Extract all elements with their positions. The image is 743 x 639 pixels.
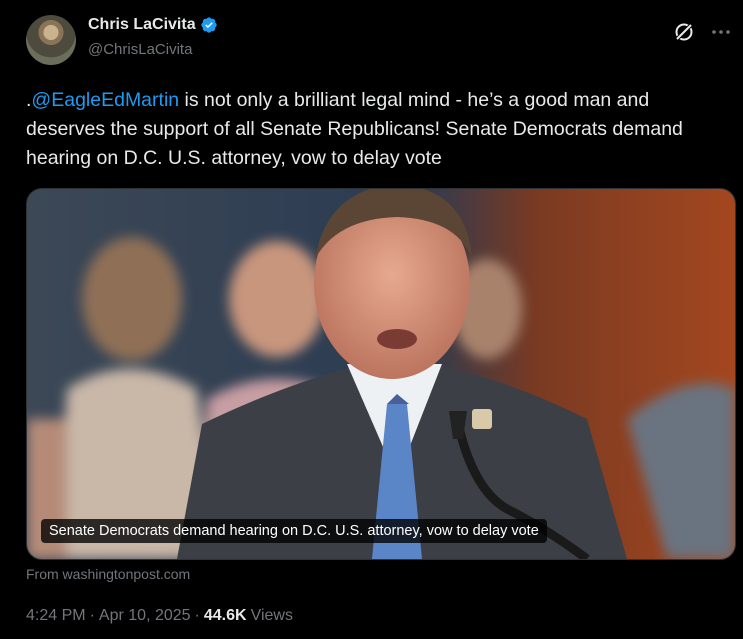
tweet-time[interactable]: 4:24 PM <box>26 607 86 625</box>
card-source-link[interactable]: From washingtonpost.com <box>26 566 190 582</box>
card-caption: Senate Democrats demand hearing on D.C. … <box>41 519 547 543</box>
tweet-meta: 4:24 PM · Apr 10, 2025 · 44.6K Views <box>26 607 293 625</box>
verified-badge-icon <box>200 17 217 33</box>
more-horizontal-icon[interactable] <box>709 20 733 44</box>
views-count: 44.6K <box>203 607 247 624</box>
grok-icon[interactable] <box>672 20 696 44</box>
mention-link[interactable]: @EagleEdMartin <box>31 89 179 111</box>
author-handle[interactable]: @ChrisLaCivita <box>88 41 192 58</box>
author-display-name[interactable]: Chris LaCivita <box>88 16 196 34</box>
meta-separator: · <box>194 607 200 624</box>
card-image <box>27 189 735 559</box>
tweet-date[interactable]: Apr 10, 2025 <box>99 607 191 625</box>
link-card[interactable]: Senate Democrats demand hearing on D.C. … <box>26 188 736 560</box>
tweet-text: .@EagleEdMartin is not only a brilliant … <box>26 86 726 173</box>
meta-separator: · <box>89 607 95 624</box>
avatar[interactable] <box>26 15 76 65</box>
views-label: Views <box>250 607 293 624</box>
author-name-row: Chris LaCivita <box>88 16 218 34</box>
